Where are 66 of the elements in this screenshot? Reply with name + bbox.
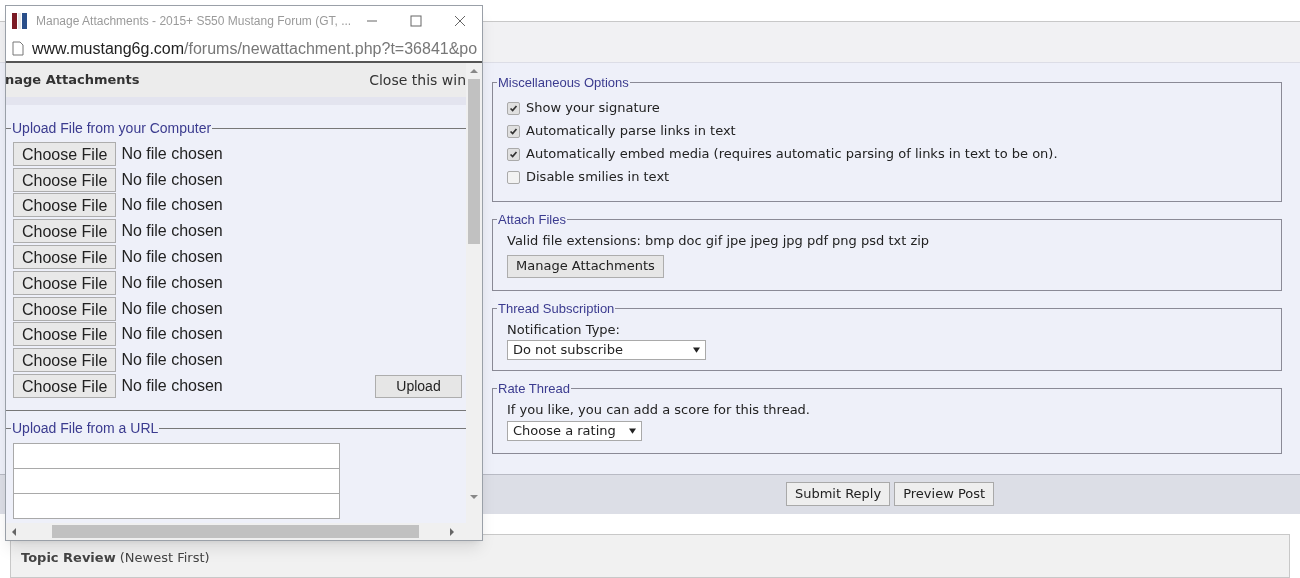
- flag-icon: [12, 13, 30, 29]
- scroll-thumb[interactable]: [52, 525, 419, 538]
- file-status: No file chosen: [121, 169, 223, 190]
- checkbox-label: Disable smilies in text: [526, 168, 670, 187]
- file-status: No file chosen: [121, 272, 223, 293]
- scroll-left-icon[interactable]: [10, 527, 18, 536]
- extensions-text: Valid file extensions: bmp doc gif jpe jpeg jpg pdf png psd txt zip: [507, 232, 931, 250]
- url-field[interactable]: [13, 492, 340, 519]
- scroll-down-icon[interactable]: [470, 493, 478, 501]
- choose-file-button[interactable]: Choose File: [13, 270, 117, 295]
- choose-file-button[interactable]: Choose File: [13, 167, 117, 192]
- scroll-thumb[interactable]: [468, 79, 480, 244]
- vertical-scrollbar[interactable]: [466, 63, 482, 523]
- checkbox-label: Automatically parse links in text: [526, 122, 736, 141]
- scroll-right-icon[interactable]: [448, 527, 456, 536]
- section-heading: Topic Review (Newest First): [21, 549, 210, 565]
- choose-file-button[interactable]: Choose File: [13, 296, 117, 321]
- file-status: No file chosen: [121, 247, 223, 268]
- submit-button[interactable]: Preview Post: [894, 482, 995, 506]
- dropdown[interactable]: Choose a rating: [507, 420, 642, 441]
- horizontal-scrollbar[interactable]: [6, 523, 482, 540]
- choose-file-button[interactable]: Choose File: [13, 348, 117, 373]
- maximize-icon[interactable]: [410, 15, 422, 27]
- section-legend: Upload File from a URL: [11, 418, 160, 440]
- close-icon[interactable]: [454, 15, 466, 27]
- choose-file-button[interactable]: Choose File: [13, 322, 117, 347]
- url-domain: www.mustang6g.com: [32, 39, 185, 57]
- choose-file-button[interactable]: Choose File: [13, 193, 117, 218]
- checkbox-label: Automatically embed media (requires automatic parsing of links in text to be on).: [526, 145, 1058, 164]
- checkbox[interactable]: [507, 101, 520, 115]
- scroll-up-icon[interactable]: [470, 67, 478, 75]
- checkbox[interactable]: [507, 124, 520, 138]
- url-field[interactable]: [13, 467, 340, 494]
- section-legend: Miscellaneous Options: [497, 73, 630, 93]
- upload-button[interactable]: Upload: [375, 374, 462, 398]
- rate-text: If you like, you can add a score for this thread.: [507, 401, 811, 419]
- file-status: No file chosen: [121, 324, 223, 345]
- url-path: /forums/newattachment.php?t=36841&po: [184, 39, 478, 57]
- url-field[interactable]: [13, 442, 340, 469]
- section-legend: Upload File from your Computer: [11, 117, 213, 139]
- file-status: No file chosen: [121, 376, 223, 397]
- file-status: No file chosen: [121, 195, 223, 216]
- file-status: No file chosen: [121, 298, 223, 319]
- choose-file-button[interactable]: Choose File: [13, 141, 117, 166]
- choose-file-button[interactable]: Choose File: [13, 374, 117, 399]
- file-status: No file chosen: [121, 350, 223, 371]
- choose-file-button[interactable]: Choose File: [13, 219, 117, 244]
- caret-icon: [693, 346, 700, 353]
- file-status: No file chosen: [121, 221, 223, 242]
- close-window-link[interactable]: Close this win: [369, 69, 466, 91]
- page-heading: nage Attachments: [6, 71, 140, 90]
- window-title: Manage Attachments - 2015+ S550 Mustang Forum (GT, ...: [36, 13, 352, 30]
- checkbox[interactable]: [507, 147, 520, 161]
- field-label: Notification Type:: [507, 321, 621, 339]
- checkbox-label: Show your signature: [526, 99, 660, 118]
- file-status: No file chosen: [121, 143, 223, 164]
- page-icon: [12, 41, 24, 56]
- manage-attachments-button[interactable]: Manage Attachments: [507, 254, 664, 278]
- choose-file-button[interactable]: Choose File: [13, 245, 117, 270]
- dropdown[interactable]: Do not subscribe: [507, 339, 706, 360]
- submit-button[interactable]: Submit Reply: [785, 482, 891, 506]
- caret-icon: [629, 427, 636, 434]
- section-legend: Attach Files: [497, 209, 567, 229]
- section-legend: Thread Subscription: [497, 298, 616, 318]
- section-legend: Rate Thread: [497, 378, 572, 398]
- checkbox[interactable]: [507, 170, 520, 184]
